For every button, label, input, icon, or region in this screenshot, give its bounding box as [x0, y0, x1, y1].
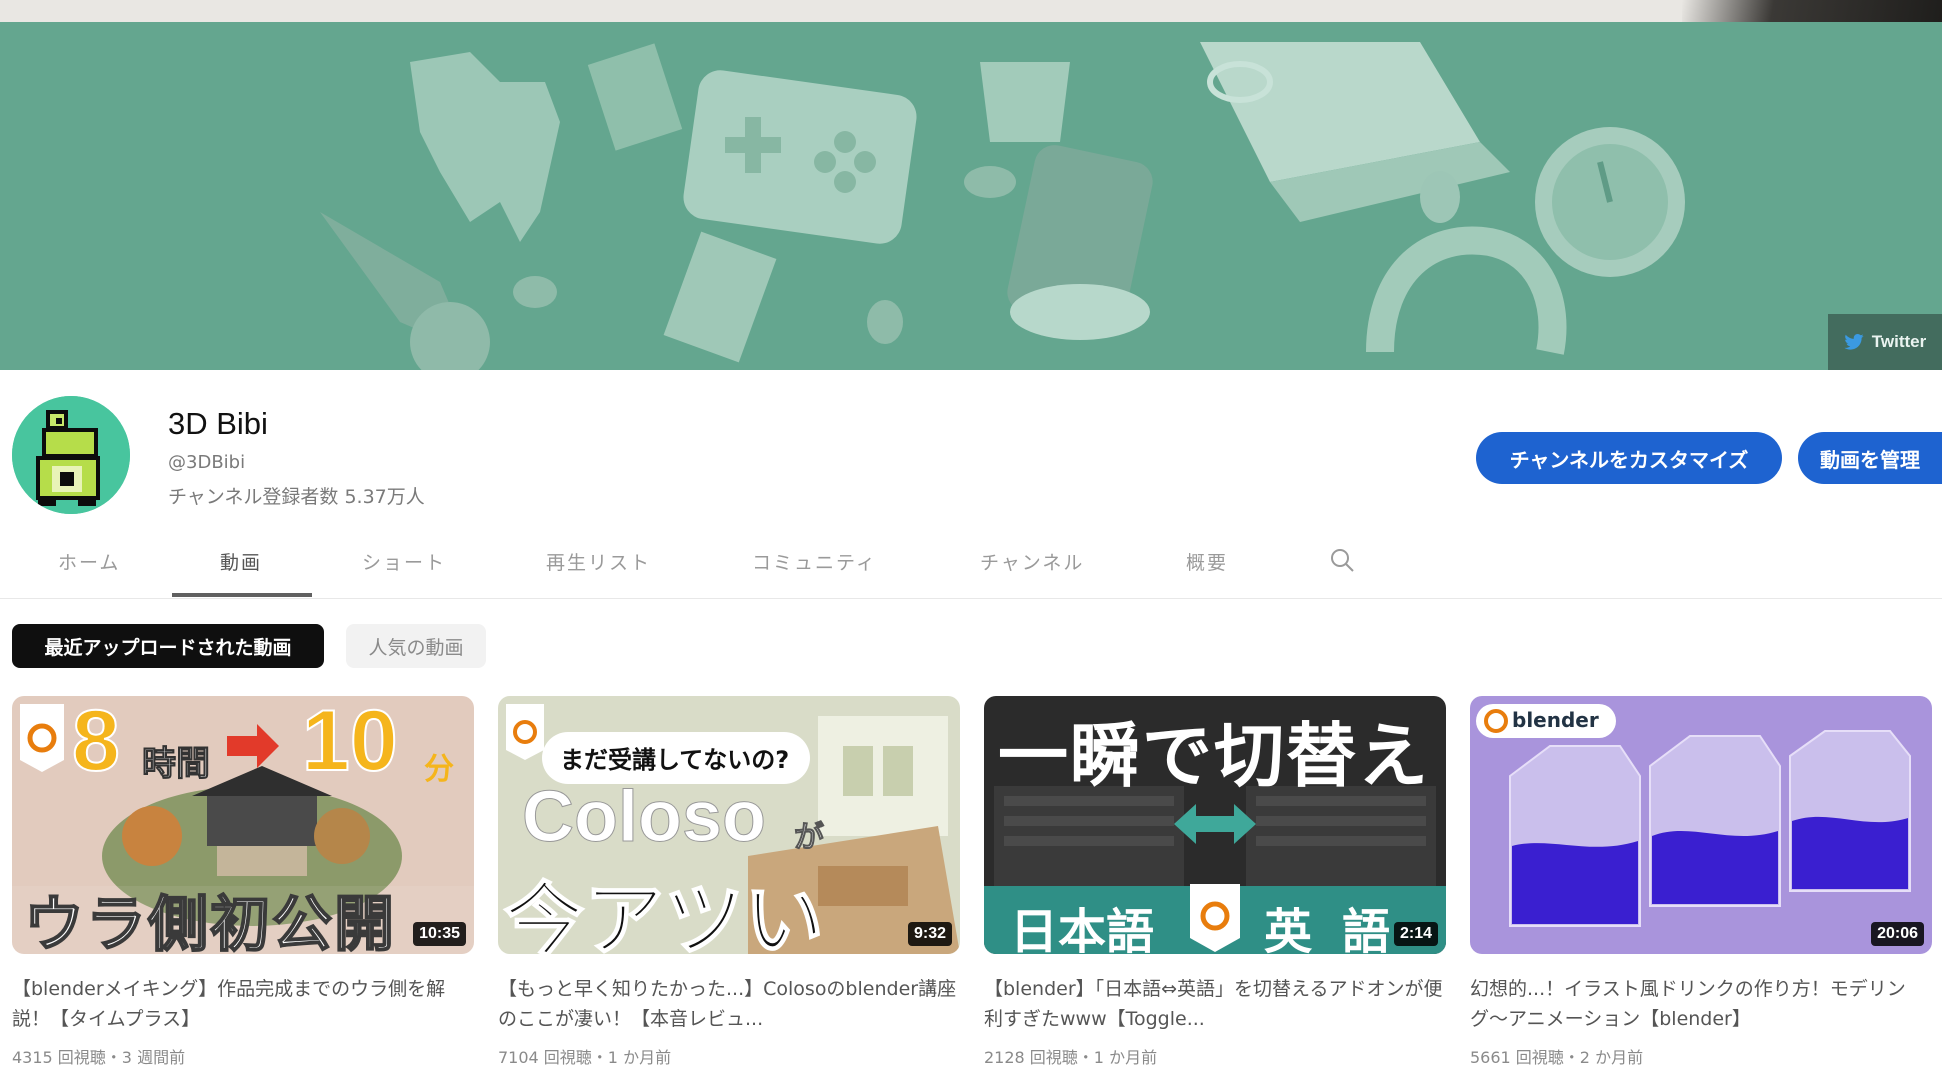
video-meta: 2128 回視聴・1 か月前 [984, 1048, 1158, 1067]
subscriber-count: チャンネル登録者数 5.37万人 [168, 486, 425, 508]
tab-home[interactable]: ホーム [58, 548, 120, 575]
video-card[interactable]: まだ受講してないの? Coloso が 今アツい 9:32 【もっと早く知りたか… [498, 696, 960, 1068]
thumb-text-bottom: 今アツい [503, 873, 825, 954]
video-title[interactable]: 【もっと早く知りたかった...】Colosoのblender講座のここが凄い！【… [498, 974, 960, 1034]
video-card[interactable]: 一瞬で切替え 日本語 英語 2:14 【blender】「日本語⇔英語」を切替え… [984, 696, 1446, 1068]
tab-videos[interactable]: 動画 [220, 548, 262, 575]
thumb-text-ga: が [794, 820, 825, 856]
video-meta: 7104 回視聴・1 か月前 [498, 1048, 672, 1067]
banner-art [0, 22, 1942, 370]
video-duration: 2:14 [1393, 922, 1438, 946]
video-thumbnail[interactable]: blender 20:06 [1470, 696, 1932, 954]
channel-avatar[interactable] [12, 396, 130, 514]
active-tab-indicator [172, 593, 312, 597]
tab-channels[interactable]: チャンネル [980, 548, 1084, 575]
customize-channel-button[interactable]: チャンネルをカスタマイズ [1476, 432, 1782, 484]
chip-recent-uploads[interactable]: 最近アップロードされた動画 [12, 624, 324, 668]
video-thumbnail[interactable]: 一瞬で切替え 日本語 英語 2:14 [984, 696, 1446, 954]
video-title[interactable]: 【blender】「日本語⇔英語」を切替えるアドオンが便利すぎたwww【Togg… [984, 974, 1446, 1034]
video-card[interactable]: blender 20:06 幻想的...！イラスト風ドリンクの作り方！モデリング… [1470, 696, 1932, 1068]
thumb-text-top: 一瞬で切替え [998, 715, 1430, 797]
twitter-link[interactable]: Twitter [1828, 314, 1942, 370]
tab-about[interactable]: 概要 [1186, 548, 1228, 575]
manage-videos-button[interactable]: 動画を管理 [1798, 432, 1942, 484]
thumb-text-bubble: まだ受講してないの? [560, 746, 790, 774]
video-meta: 5661 回視聴・2 か月前 [1470, 1048, 1644, 1067]
video-duration: 9:32 [907, 922, 952, 946]
video-meta: 4315 回視聴・3 週間前 [12, 1048, 186, 1067]
thumb-text-bottom: ウラ側初公開 [23, 889, 396, 954]
video-thumbnail[interactable]: まだ受講してないの? Coloso が 今アツい 9:32 [498, 696, 960, 954]
tab-community[interactable]: コミュニティ [752, 548, 877, 575]
twitter-icon [1844, 334, 1864, 350]
top-strip-shadow [1682, 0, 1942, 22]
thumb-text-brand: Coloso [522, 777, 767, 858]
thumbnail-art [1470, 696, 1932, 954]
chip-popular[interactable]: 人気の動画 [346, 624, 486, 668]
tab-shorts[interactable]: ショート [362, 548, 446, 575]
channel-tabs: ホーム 動画 ショート 再生リスト コミュニティ チャンネル 概要 [0, 520, 1942, 599]
video-duration: 10:35 [413, 922, 466, 946]
search-icon[interactable] [1328, 546, 1356, 574]
video-duration: 20:06 [1871, 922, 1924, 946]
thumb-blender-logo-text: blender [1512, 708, 1599, 732]
twitter-label: Twitter [1871, 332, 1927, 351]
channel-name: 3D Bibi [168, 406, 268, 441]
tab-playlists[interactable]: 再生リスト [546, 548, 651, 575]
channel-banner: Twitter [0, 22, 1942, 370]
channel-header: 3D Bibi @3DBibi チャンネル登録者数 5.37万人 チャンネルをカ… [0, 370, 1942, 520]
video-card[interactable]: 8 時間 10 分 ウラ側初公開 10:35 【blenderメイキング】作品完… [12, 696, 474, 1068]
frog-mascot-icon [12, 396, 130, 514]
video-title[interactable]: 幻想的...！イラスト風ドリンクの作り方！モデリング〜アニメーション【blend… [1470, 974, 1932, 1034]
channel-handle: @3DBibi [168, 452, 246, 473]
thumb-text-hours: 時間 [142, 744, 211, 785]
thumb-text-japanese: 日本語 [1010, 904, 1155, 954]
browser-top-strip [0, 0, 1942, 22]
thumb-text-ten: 10 [301, 696, 399, 790]
thumb-text-minutes: 分 [424, 752, 454, 787]
video-thumbnail[interactable]: 8 時間 10 分 ウラ側初公開 10:35 [12, 696, 474, 954]
thumb-text-eight: 8 [71, 696, 121, 790]
video-title[interactable]: 【blenderメイキング】作品完成までのウラ側を解説！【タイムプラス】 [12, 974, 474, 1034]
